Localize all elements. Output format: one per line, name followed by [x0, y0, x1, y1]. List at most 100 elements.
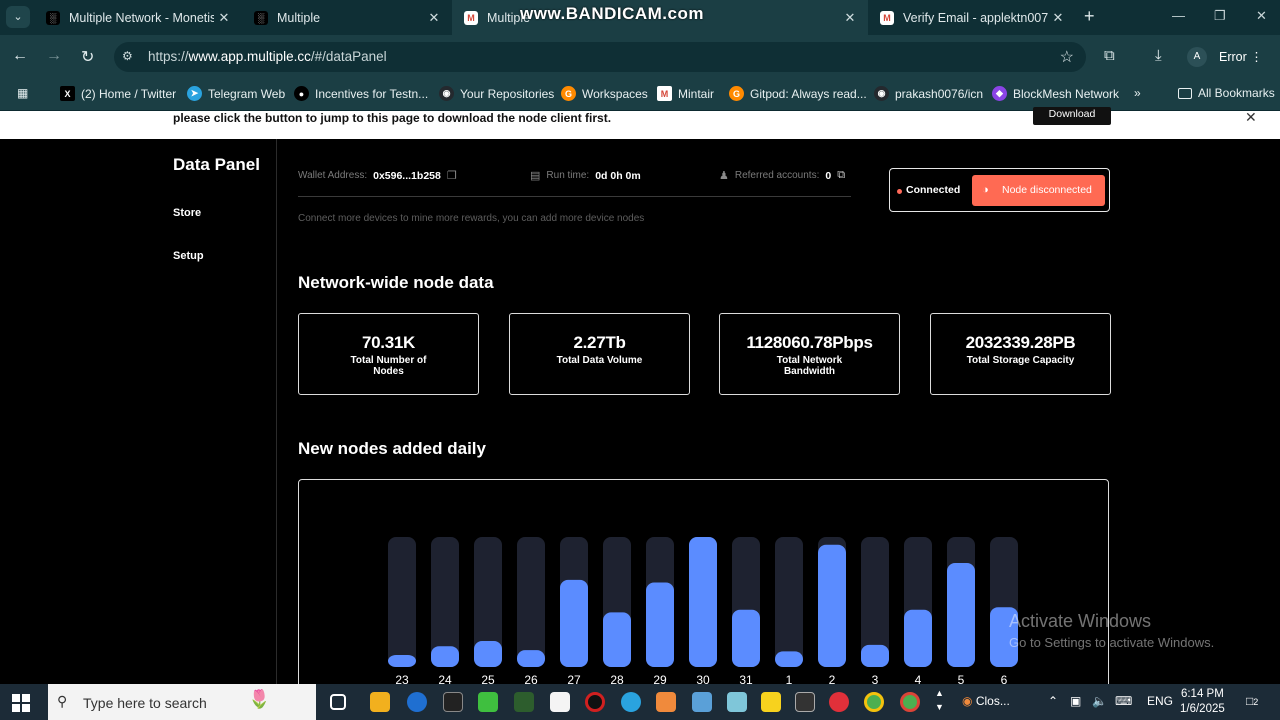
taskbar-app-icon[interactable] — [514, 692, 534, 712]
bar-28[interactable] — [603, 612, 631, 667]
github-icon: ◉ — [439, 86, 454, 101]
network-section-title: Network-wide node data — [298, 273, 494, 292]
bar-23[interactable] — [388, 655, 416, 667]
file-explorer-icon[interactable] — [370, 692, 390, 712]
bar-2[interactable] — [818, 544, 846, 667]
taskbar-search[interactable]: ⚲ Type here to search 🌷 — [48, 684, 316, 720]
wallet-address: Wallet Address: 0x596...1b258 ❐ — [298, 169, 463, 183]
taskbar-app-icon[interactable] — [656, 692, 676, 712]
download-button[interactable]: Download — [1033, 107, 1111, 125]
bandicam-icon[interactable] — [585, 692, 605, 712]
bookmark-star-icon[interactable]: ☆ — [1060, 47, 1074, 67]
bar-1[interactable] — [775, 651, 803, 667]
language-indicator[interactable]: ENG — [1147, 694, 1173, 708]
clock[interactable]: 6:14 PM 1/6/2025 — [1180, 687, 1225, 717]
taskbar-app-icon[interactable] — [692, 692, 712, 712]
activate-windows-sub: Go to Settings to activate Windows. — [1009, 635, 1215, 650]
node-disconnected-badge[interactable]: ◑ Node disconnected — [972, 175, 1105, 206]
bookmark-twitter[interactable]: X (2) Home / Twitter — [60, 86, 176, 101]
bookmark-telegram[interactable]: ➤ Telegram Web — [187, 86, 285, 101]
search-highlight-icon: 🌷 — [248, 689, 271, 709]
bookmark-mintair[interactable]: M Mintair — [657, 86, 714, 101]
bar-3[interactable] — [861, 644, 889, 667]
more-bookmarks-icon[interactable]: » — [1134, 86, 1141, 100]
taskbar-app-icon[interactable] — [727, 692, 747, 712]
new-tab-icon[interactable]: + — [1084, 6, 1095, 27]
notifications-icon[interactable]: □2 — [1246, 694, 1258, 708]
wallet-value: 0x596...1b258 — [373, 169, 441, 182]
bookmark-repositories[interactable]: ◉ Your Repositories — [439, 86, 554, 101]
error-button[interactable]: Error ⋮ — [1219, 49, 1263, 64]
close-tab-icon[interactable]: ✕ — [840, 10, 860, 26]
close-tab-icon[interactable]: ✕ — [1048, 10, 1068, 26]
chrome-profile-icon[interactable] — [900, 692, 920, 712]
keyboard-icon[interactable]: ⌨ — [1115, 694, 1132, 708]
volume-icon[interactable]: 🔈 — [1092, 694, 1107, 708]
bar-26[interactable] — [517, 650, 545, 667]
taskbar-running-app[interactable]: ◉ Clos... — [962, 694, 1010, 708]
bar-29[interactable] — [646, 582, 674, 668]
all-bookmarks[interactable]: All Bookmarks — [1178, 86, 1275, 100]
forward-icon[interactable]: → — [46, 47, 62, 65]
windows-start-icon[interactable] — [12, 694, 30, 712]
close-window-icon[interactable]: ✕ — [1256, 8, 1267, 24]
close-tab-icon[interactable]: ✕ — [424, 10, 444, 26]
bar-24[interactable] — [431, 646, 459, 667]
show-hidden-icons[interactable]: ⌃ — [1048, 694, 1058, 708]
copy-icon[interactable]: ❐ — [447, 169, 457, 182]
tab-search-icon[interactable]: ⌄ — [6, 6, 30, 28]
task-view-icon[interactable] — [330, 694, 346, 710]
taskbar-app-icon[interactable] — [407, 692, 427, 712]
bar-chart-svg: 23 24 25 26 27 28 29 30 31 1 2 3 4 5 6 — [388, 537, 1018, 687]
stat-label: Total Data Volume — [556, 355, 643, 366]
taskbar-app-icon[interactable] — [478, 692, 498, 712]
bar-31[interactable] — [732, 609, 760, 667]
taskbar-app-icon[interactable] — [443, 692, 463, 712]
close-notice-icon[interactable]: ✕ — [1245, 109, 1257, 126]
minimize-icon[interactable]: — — [1172, 8, 1185, 23]
taskbar-app-icon[interactable] — [829, 692, 849, 712]
error-label: Error — [1219, 50, 1247, 64]
sidebar-item-store[interactable]: Store — [173, 207, 201, 219]
bar-25[interactable] — [474, 641, 502, 667]
all-bookmarks-label: All Bookmarks — [1198, 86, 1275, 100]
close-tab-icon[interactable]: ✕ — [214, 10, 234, 26]
bar-4[interactable] — [904, 609, 932, 667]
bookmark-icn[interactable]: ◉ prakash0076/icn — [874, 86, 983, 101]
bar-27[interactable] — [560, 579, 588, 667]
reload-icon[interactable]: ↻ — [81, 47, 94, 67]
recorder-watermark: www.BANDICAM.com — [520, 4, 704, 23]
bookmark-label: prakash0076/icn — [895, 86, 984, 101]
bookmark-blockmesh[interactable]: ◆ BlockMesh Network — [992, 86, 1119, 101]
site-info-icon[interactable]: ⚙ — [122, 49, 133, 63]
restore-icon[interactable]: ❐ — [1214, 8, 1226, 24]
notepad-icon[interactable] — [550, 692, 570, 712]
apps-grid-icon[interactable]: ▦ — [17, 86, 28, 100]
taskbar-scroll-icon[interactable]: ▲ ▼ — [935, 686, 944, 714]
sticky-notes-icon[interactable] — [761, 692, 781, 712]
running-app-label: Clos... — [975, 694, 1010, 708]
screen: ⌄ ░ Multiple Network - Monetis ✕ ░ Multi… — [0, 0, 1280, 720]
bar-5[interactable] — [947, 563, 975, 667]
url-text[interactable]: https://www.app.multiple.cc/#/dataPanel — [148, 49, 387, 64]
bookmark-incentives[interactable]: ● Incentives for Testn... — [294, 86, 428, 101]
chrome-icon[interactable] — [864, 692, 884, 712]
bar-30[interactable] — [689, 537, 717, 667]
extensions-icon[interactable]: ⧉ — [1104, 47, 1115, 64]
address-bar[interactable]: ⚙ https://www.app.multiple.cc/#/dataPane… — [114, 42, 1086, 72]
connected-label: Connected — [906, 184, 961, 196]
tab-multiple[interactable]: ░ Multiple ✕ — [242, 0, 452, 35]
network-icon[interactable]: ▣ — [1070, 694, 1081, 708]
back-icon[interactable]: ← — [12, 47, 28, 65]
download-icon[interactable]: ⤓ — [1155, 47, 1162, 64]
bookmark-gitpod[interactable]: G Gitpod: Always read... — [729, 86, 867, 101]
taskbar-app-icon[interactable] — [795, 692, 815, 712]
tab-verify-email[interactable]: M Verify Email - applektn0076 ✕ — [868, 0, 1076, 35]
telegram-taskbar-icon[interactable] — [621, 692, 641, 712]
share-icon[interactable]: ⧉ — [837, 169, 845, 182]
sidebar-item-setup[interactable]: Setup — [173, 250, 204, 262]
profile-avatar[interactable]: A — [1187, 47, 1207, 67]
bookmark-workspaces[interactable]: G Workspaces — [561, 86, 648, 101]
browser-tab-bar: ⌄ ░ Multiple Network - Monetis ✕ ░ Multi… — [0, 0, 1280, 35]
tab-multiple-network[interactable]: ░ Multiple Network - Monetis ✕ — [34, 0, 242, 35]
